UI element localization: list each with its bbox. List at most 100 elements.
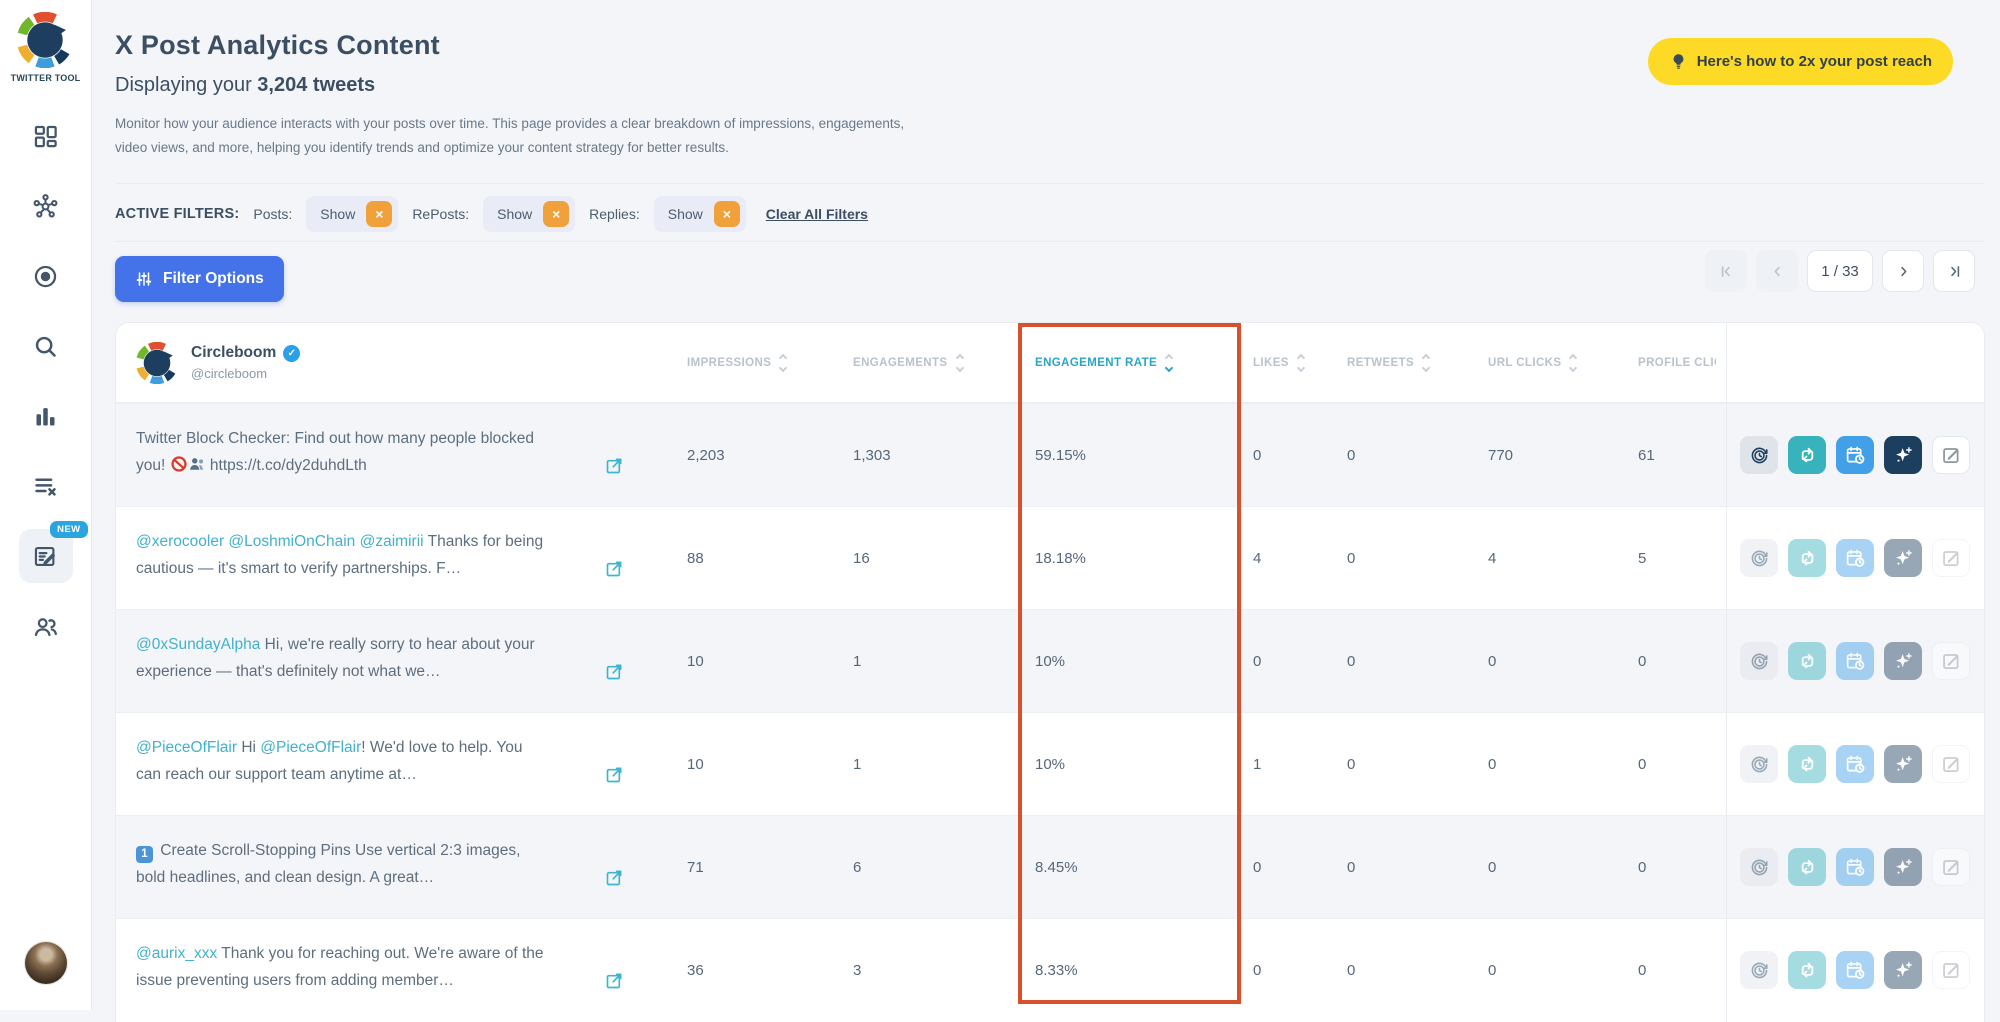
edit-button[interactable] <box>1932 951 1970 989</box>
filter-value: Show <box>497 206 532 222</box>
mention-link[interactable]: @xerocooler <box>136 533 224 550</box>
column-label: RETWEETS <box>1347 357 1414 369</box>
retweets-value: 0 <box>1347 713 1488 815</box>
busts-emoji <box>188 455 206 473</box>
sparkle-icon <box>1893 754 1914 775</box>
tweet-cell: @0xSundayAlpha Hi, we're really sorry to… <box>116 610 687 712</box>
hub-icon <box>32 193 59 220</box>
column-header-url-clicks[interactable]: URL CLICKS <box>1488 355 1638 371</box>
lightbulb-icon <box>1669 52 1688 71</box>
filter-name: Posts: <box>253 206 292 222</box>
engagements-value: 1 <box>853 713 1035 815</box>
sidebar-item-remove-list[interactable] <box>19 459 73 513</box>
external-link-icon[interactable] <box>604 558 625 579</box>
sidebar-item-dashboard[interactable] <box>19 109 73 163</box>
first-page-button[interactable] <box>1705 250 1747 292</box>
dashboard-icon <box>32 123 59 150</box>
mention-link[interactable]: @PieceOfFlair <box>260 739 361 756</box>
mention-link[interactable]: @LoshmiOnChain <box>228 533 355 550</box>
edit-icon <box>1941 548 1962 569</box>
history-button[interactable] <box>1740 848 1778 886</box>
schedule-button[interactable] <box>1836 745 1874 783</box>
repost-button[interactable] <box>1788 848 1826 886</box>
schedule-button[interactable] <box>1836 951 1874 989</box>
remove-filter-button[interactable]: × <box>714 201 740 227</box>
remove-filter-button[interactable]: × <box>366 201 392 227</box>
external-link-icon[interactable] <box>604 764 625 785</box>
last-page-button[interactable] <box>1933 250 1975 292</box>
ai-generate-button[interactable] <box>1884 745 1922 783</box>
user-avatar[interactable] <box>25 942 67 984</box>
column-header-profile-clicks[interactable]: PROFILE CLICKS <box>1638 357 1726 369</box>
external-link-icon[interactable] <box>604 867 625 888</box>
engagements-value: 16 <box>853 507 1035 609</box>
column-header-retweets[interactable]: RETWEETS <box>1347 355 1488 371</box>
url-clicks-value: 0 <box>1488 610 1638 712</box>
engagements-value: 1 <box>853 610 1035 712</box>
retweets-value: 0 <box>1347 507 1488 609</box>
row-actions <box>1726 404 1984 506</box>
ai-generate-button[interactable] <box>1884 642 1922 680</box>
app-logo[interactable]: TWITTER TOOL <box>11 12 81 83</box>
clear-all-filters-link[interactable]: Clear All Filters <box>766 206 868 222</box>
column-header-likes[interactable]: LIKES <box>1253 355 1347 371</box>
sidebar-item-circle[interactable] <box>19 249 73 303</box>
mention-link[interactable]: @PieceOfFlair <box>136 739 237 756</box>
column-header-engagement-rate[interactable]: ENGAGEMENT RATE <box>1035 355 1253 371</box>
sidebar-item-community[interactable] <box>19 599 73 653</box>
schedule-button[interactable] <box>1836 642 1874 680</box>
edit-button[interactable] <box>1932 539 1970 577</box>
mention-link[interactable]: @0xSundayAlpha <box>136 636 260 653</box>
schedule-button[interactable] <box>1836 848 1874 886</box>
history-button[interactable] <box>1740 436 1778 474</box>
repost-button[interactable] <box>1788 539 1826 577</box>
history-button[interactable] <box>1740 745 1778 783</box>
edit-button[interactable] <box>1932 848 1970 886</box>
remove-filter-button[interactable]: × <box>543 201 569 227</box>
repost-button[interactable] <box>1788 745 1826 783</box>
tweet-text: @PieceOfFlair Hi @PieceOfFlair! We'd lov… <box>136 735 544 788</box>
schedule-button[interactable] <box>1836 539 1874 577</box>
history-button[interactable] <box>1740 951 1778 989</box>
sparkle-icon <box>1893 548 1914 569</box>
edit-button[interactable] <box>1932 436 1970 474</box>
column-header-impressions[interactable]: IMPRESSIONS <box>687 355 853 371</box>
promo-button[interactable]: Here's how to 2x your post reach <box>1648 38 1953 85</box>
schedule-button[interactable] <box>1836 436 1874 474</box>
next-page-button[interactable] <box>1882 250 1924 292</box>
ai-generate-button[interactable] <box>1884 436 1922 474</box>
history-button[interactable] <box>1740 642 1778 680</box>
retweets-value: 0 <box>1347 404 1488 506</box>
schedule-icon <box>1845 960 1866 981</box>
external-link-icon[interactable] <box>604 455 625 476</box>
repost-button[interactable] <box>1788 642 1826 680</box>
engagements-value: 6 <box>853 816 1035 918</box>
ai-generate-button[interactable] <box>1884 951 1922 989</box>
description-line-1: Monitor how your audience interacts with… <box>115 112 904 136</box>
sidebar-item-compose[interactable]: NEW <box>19 529 73 583</box>
ai-generate-button[interactable] <box>1884 848 1922 886</box>
external-link-icon[interactable] <box>604 661 625 682</box>
sidebar-item-search[interactable] <box>19 319 73 373</box>
ai-generate-button[interactable] <box>1884 539 1922 577</box>
column-label: LIKES <box>1253 357 1289 369</box>
sidebar-item-connections[interactable] <box>19 179 73 233</box>
column-header-engagements[interactable]: ENGAGEMENTS <box>853 355 1035 371</box>
repost-icon <box>1797 754 1818 775</box>
external-link-icon[interactable] <box>604 970 625 991</box>
edit-button[interactable] <box>1932 745 1970 783</box>
table-header: Circleboom ✓ @circleboom IMPRESSIONSENGA… <box>116 323 1984 403</box>
analytics-table: Circleboom ✓ @circleboom IMPRESSIONSENGA… <box>115 322 1985 1022</box>
mention-link[interactable]: @zaimirii <box>360 533 424 550</box>
target-icon <box>32 263 59 290</box>
sidebar-item-analytics[interactable] <box>19 389 73 443</box>
history-button[interactable] <box>1740 539 1778 577</box>
edit-button[interactable] <box>1932 642 1970 680</box>
mention-link[interactable]: @aurix_xxx <box>136 945 217 962</box>
filter-options-button[interactable]: Filter Options <box>115 256 284 302</box>
repost-button[interactable] <box>1788 436 1826 474</box>
impressions-value: 36 <box>687 919 853 1021</box>
repost-button[interactable] <box>1788 951 1826 989</box>
previous-page-button[interactable] <box>1756 250 1798 292</box>
schedule-icon <box>1845 548 1866 569</box>
